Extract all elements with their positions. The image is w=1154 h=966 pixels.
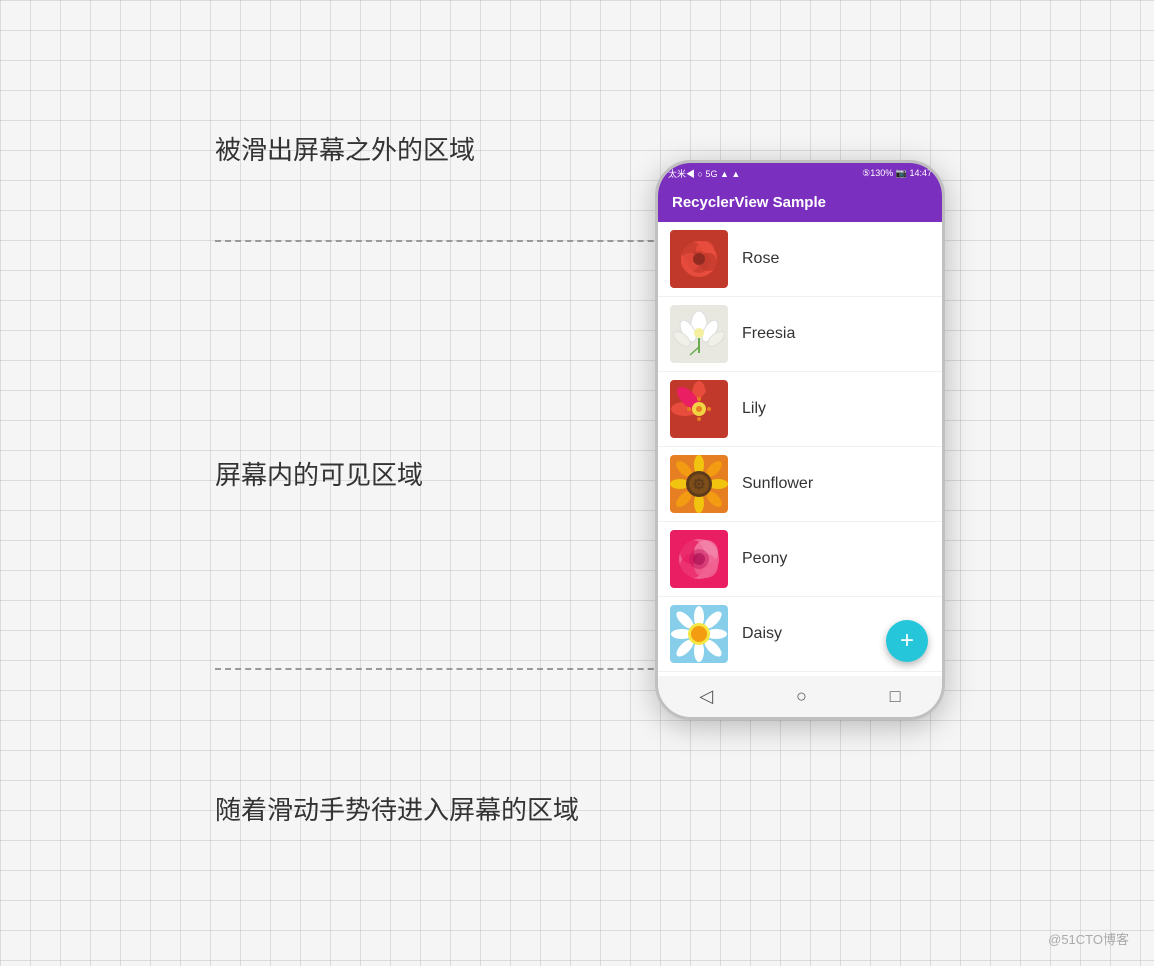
flower-name-sunflower: Sunflower [742,475,813,493]
nav-bar: ◁ ○ □ [658,676,942,717]
fab-button[interactable]: + [886,620,928,662]
flower-name-daisy: Daisy [742,625,782,643]
label-middle: 屏幕内的可见区域 [215,455,423,492]
flower-name-rose: Rose [742,250,779,268]
flower-thumb-sunflower [670,455,728,513]
watermark: @51CTO博客 [1048,929,1129,948]
flower-thumb-peony [670,530,728,588]
flower-thumb-daisy [670,605,728,663]
flower-name-peony: Peony [742,550,787,568]
flower-name-lily: Lily [742,400,766,418]
toolbar-title: RecyclerView Sample [672,194,826,211]
list-item[interactable]: Lily [658,372,942,447]
list-item[interactable]: Freesia [658,297,942,372]
list-item[interactable]: Rose [658,222,942,297]
phone-screen[interactable]: Rose Freesia [658,222,942,676]
toolbar: RecyclerView Sample [658,184,942,222]
list-item[interactable]: Peony [658,522,942,597]
status-bar: 太米◀ ○ 5G ▲ ▲ ⑤130% 📷 14:47 [658,163,942,184]
label-bottom: 随着滑动手势待进入屏幕的区域 [215,790,579,827]
flower-name-freesia: Freesia [742,325,795,343]
flower-thumb-freesia [670,305,728,363]
nav-back-icon[interactable]: ◁ [699,686,713,707]
status-right: ⑤130% 📷 14:47 [862,168,932,179]
list-item[interactable]: Sunflower [658,447,942,522]
status-left: 太米◀ ○ 5G ▲ ▲ [668,167,740,180]
flower-thumb-lily [670,380,728,438]
nav-recents-icon[interactable]: □ [890,686,901,707]
nav-home-icon[interactable]: ○ [796,686,807,707]
label-top: 被滑出屏幕之外的区域 [215,130,475,167]
phone-mockup: 太米◀ ○ 5G ▲ ▲ ⑤130% 📷 14:47 RecyclerView … [655,160,945,720]
flower-thumb-rose [670,230,728,288]
